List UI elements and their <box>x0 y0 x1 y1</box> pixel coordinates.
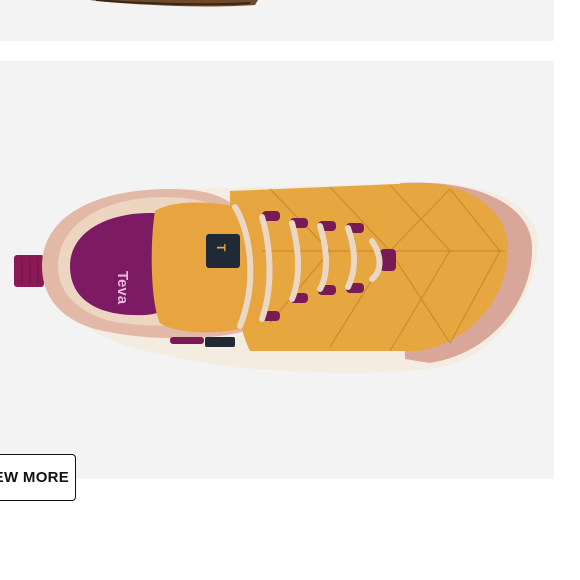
svg-text:T: T <box>214 244 228 252</box>
previous-product-card[interactable] <box>0 0 554 41</box>
view-more-label: VIEW MORE <box>0 469 70 486</box>
product-listing-page: Teva T W MORE <box>0 0 580 580</box>
pull-tab-icon <box>14 255 44 287</box>
teva-logo-icon: Teva <box>114 271 131 305</box>
shoe-product-image: Teva T <box>14 182 539 373</box>
view-more-button[interactable]: VIEW MORE <box>0 454 76 501</box>
product-card[interactable]: Teva T <box>0 61 554 479</box>
previous-product-image <box>90 0 258 7</box>
